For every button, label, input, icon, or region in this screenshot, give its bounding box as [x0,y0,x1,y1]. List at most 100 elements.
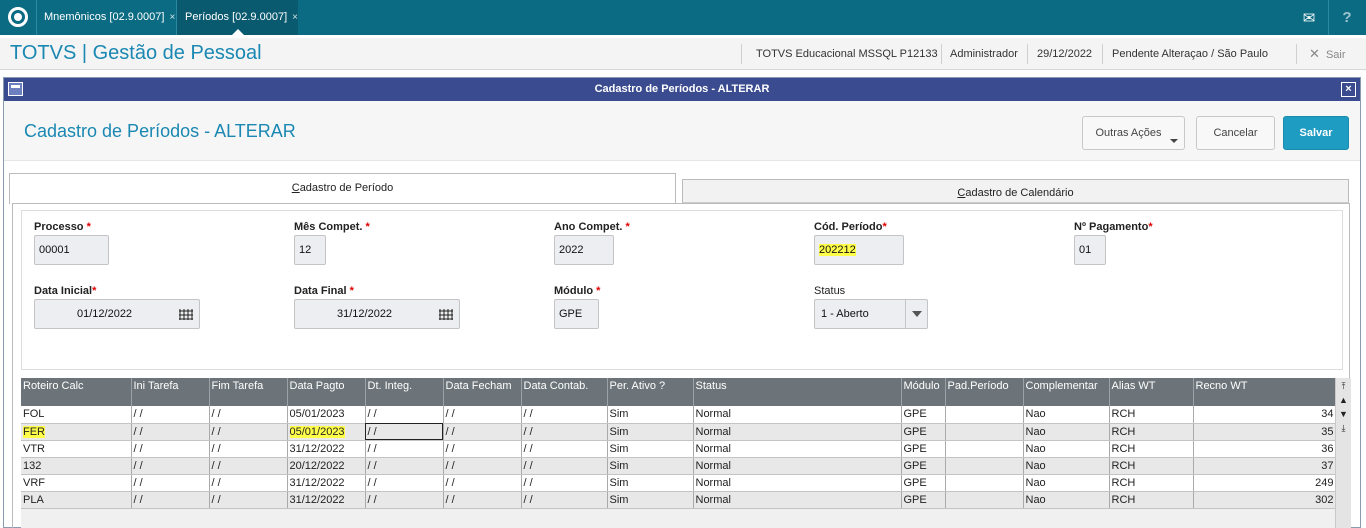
totvs-logo-icon[interactable] [8,7,28,27]
table-cell[interactable]: Normal [693,423,902,441]
tab-mnemonicos[interactable]: Mnemônicos [02.9.0007] × [36,0,176,35]
column-header[interactable]: Per. Ativo ? [607,378,694,406]
column-header[interactable]: Data Fecham [443,378,522,406]
table-cell[interactable]: / / [365,440,444,458]
column-header[interactable]: Módulo [901,378,946,406]
table-cell[interactable]: / / [131,474,210,492]
calendar-icon[interactable] [439,309,453,320]
table-cell[interactable] [945,457,1024,475]
scroll-down-icon[interactable]: ▼ [1338,409,1349,420]
table-cell[interactable]: / / [209,491,288,509]
table-cell[interactable]: / / [365,457,444,475]
tab-cadastro-calendario[interactable]: Cadastro de Calendário [682,179,1349,203]
table-cell[interactable]: 35 [1193,423,1337,441]
table-cell[interactable]: / / [443,423,522,441]
table-cell[interactable]: / / [365,491,444,509]
table-cell[interactable]: / / [443,406,522,424]
table-cell[interactable]: / / [521,440,608,458]
table-cell[interactable]: / / [209,423,288,441]
table-cell[interactable]: / / [209,474,288,492]
table-cell[interactable]: 20/12/2022 [287,457,366,475]
cancel-button[interactable]: Cancelar [1196,116,1275,150]
calendar-icon[interactable] [179,309,193,320]
table-cell[interactable]: RCH [1109,474,1194,492]
dialog-close-icon[interactable]: × [1341,82,1356,97]
column-header[interactable]: Complementar [1023,378,1110,406]
table-cell[interactable]: Nao [1023,457,1110,475]
table-cell[interactable]: RCH [1109,440,1194,458]
tab-periodos[interactable]: Períodos [02.9.0007] × [177,0,298,35]
table-row[interactable]: PLA / / / / 31/12/2022 / / / / / / Sim Norm… [21,491,1337,509]
table-cell[interactable] [945,406,1024,424]
table-cell[interactable]: GPE [901,457,946,475]
column-header[interactable]: Fim Tarefa [209,378,288,406]
table-cell[interactable]: Normal [693,474,902,492]
table-row[interactable]: FOL / / / / 05/01/2023 / / / / / / Sim Norm… [21,406,1337,424]
table-cell[interactable]: Sim [607,423,694,441]
table-cell[interactable] [945,440,1024,458]
table-row[interactable]: VTR / / / / 31/12/2022 / / / / / / Sim Norm… [21,440,1337,458]
table-cell[interactable]: / / [521,406,608,424]
table-cell[interactable]: 132 [21,457,132,475]
table-cell[interactable]: Nao [1023,491,1110,509]
save-button[interactable]: Salvar [1283,116,1349,150]
table-cell[interactable]: / / [131,457,210,475]
table-cell[interactable]: 05/01/2023 [287,406,366,424]
table-cell[interactable]: Normal [693,406,902,424]
table-cell[interactable]: Nao [1023,474,1110,492]
column-header[interactable]: Data Pagto [287,378,366,406]
table-cell[interactable]: FOL [21,406,132,424]
cod-periodo-field[interactable]: 202212 [814,235,904,265]
table-cell[interactable]: VRF [21,474,132,492]
table-cell[interactable]: / / [521,491,608,509]
table-cell[interactable]: / / [131,440,210,458]
table-cell[interactable]: FER [21,423,132,441]
table-cell[interactable]: Sim [607,440,694,458]
table-cell[interactable]: 302 [1193,491,1337,509]
table-row[interactable]: 132 / / / / 20/12/2022 / / / / / / Sim Norm… [21,457,1337,475]
table-cell[interactable]: / / [443,457,522,475]
ano-compet-field[interactable]: 2022 [554,235,614,265]
table-cell[interactable]: 31/12/2022 [287,491,366,509]
table-cell[interactable]: / / [443,474,522,492]
table-cell[interactable]: Normal [693,457,902,475]
table-cell[interactable]: Normal [693,491,902,509]
scroll-bottom-icon[interactable]: ⤓ [1338,423,1349,434]
table-cell[interactable]: / / [365,423,444,441]
table-row[interactable]: FER / / / / 05/01/2023 / / / / / / Sim Norm… [21,423,1337,441]
table-cell[interactable]: Sim [607,457,694,475]
column-header[interactable]: Ini Tarefa [131,378,210,406]
table-cell[interactable]: / / [443,440,522,458]
table-cell[interactable]: / / [131,491,210,509]
column-header[interactable]: Dt. Integ. [365,378,444,406]
column-header[interactable]: Data Contab. [521,378,608,406]
table-cell[interactable]: / / [443,491,522,509]
table-cell[interactable]: GPE [901,423,946,441]
table-cell[interactable]: VTR [21,440,132,458]
column-header[interactable]: Status [693,378,902,406]
table-cell[interactable]: GPE [901,406,946,424]
help-icon[interactable]: ? [1328,0,1366,35]
table-cell[interactable]: Nao [1023,423,1110,441]
table-cell[interactable]: Sim [607,474,694,492]
table-cell[interactable] [945,423,1024,441]
mes-compet-field[interactable]: 12 [294,235,326,265]
scroll-top-icon[interactable]: ⤒ [1338,381,1349,392]
scroll-up-icon[interactable]: ▲ [1338,395,1349,406]
column-header[interactable]: Recno WT [1193,378,1337,406]
table-cell[interactable]: / / [209,457,288,475]
column-header[interactable]: Roteiro Calc [21,378,132,406]
table-cell[interactable]: / / [209,440,288,458]
table-cell[interactable]: 05/01/2023 [287,423,366,441]
table-cell[interactable]: / / [521,474,608,492]
table-cell[interactable] [945,474,1024,492]
close-tab-icon[interactable]: × [169,12,175,23]
table-cell[interactable]: 249 [1193,474,1337,492]
table-cell[interactable]: / / [131,406,210,424]
table-cell[interactable]: RCH [1109,491,1194,509]
table-cell[interactable]: GPE [901,474,946,492]
table-cell[interactable]: Sim [607,406,694,424]
modulo-field[interactable]: GPE [554,299,599,329]
table-cell[interactable]: GPE [901,491,946,509]
chevron-down-icon[interactable] [905,300,927,328]
